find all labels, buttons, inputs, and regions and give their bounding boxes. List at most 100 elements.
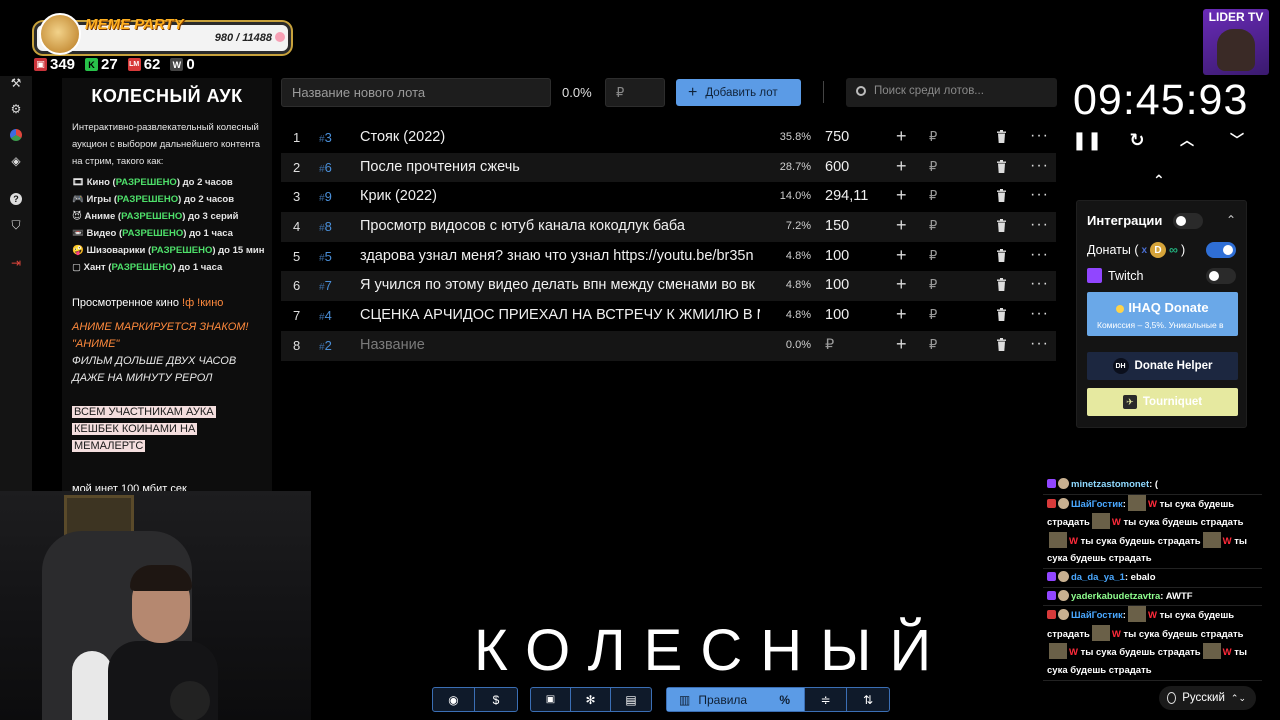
bug-icon[interactable]: ✻	[571, 688, 611, 711]
window-icon[interactable]: ▣	[531, 688, 571, 711]
list-item-label: Хант	[83, 262, 106, 273]
tourniquet-button[interactable]: ✈ Tourniquet	[1087, 388, 1238, 416]
plus-icon[interactable]: +	[896, 185, 907, 206]
lot-amount-input[interactable]: 750	[825, 129, 849, 145]
w-icon: W	[1069, 647, 1078, 659]
list-item: ▢ Хант (РАЗРЕШЕНО) до 1 часа	[72, 262, 223, 273]
table-row: 3 #9 Крик (2022) 14.0% 294,11 + ₽ ···	[281, 182, 1056, 212]
lot-name-input[interactable]: СЦЕНКА АРЧИДОС ПРИЕХАЛ НА ВСТРЕЧУ К ЖМИЛ…	[360, 307, 760, 323]
help-icon[interactable]: ?	[9, 192, 23, 206]
dollar-icon[interactable]: $	[475, 688, 517, 711]
lot-name-input[interactable]: Я учился по этому видео делать впн между…	[360, 277, 760, 293]
lot-name-input[interactable]: Название	[360, 337, 760, 353]
chevron-up-icon[interactable]: ⌃	[1226, 213, 1236, 227]
emote-icon	[1091, 624, 1110, 641]
w-icon: W	[1222, 647, 1232, 659]
new-lot-input[interactable]: Название нового лота	[281, 78, 551, 107]
lot-amount-input[interactable]: ₽	[825, 337, 834, 353]
logout-icon[interactable]: ⇥	[9, 256, 23, 270]
ruble-icon[interactable]: ₽	[929, 337, 937, 353]
lot-name-input[interactable]: После прочтения сжечь	[360, 159, 760, 175]
lot-amount-input[interactable]: 100	[825, 277, 849, 293]
trash-icon[interactable]	[996, 219, 1007, 233]
trash-icon[interactable]	[996, 308, 1007, 322]
chat-message: minetzastomonet: (	[1043, 476, 1262, 495]
trash-icon[interactable]	[996, 337, 1007, 351]
more-icon[interactable]: ···	[1030, 157, 1049, 175]
shield-icon[interactable]: ⛉	[9, 218, 23, 232]
more-icon[interactable]: ···	[1030, 275, 1049, 293]
add-lot-button[interactable]: + Добавить лот	[676, 79, 801, 106]
lot-name-input[interactable]: Стояк (2022)	[360, 129, 760, 145]
chevron-down-icon[interactable]: ﹀	[1225, 128, 1249, 152]
more-icon[interactable]: ···	[1030, 305, 1049, 323]
meme-party-title: MEME PARTY	[85, 16, 184, 33]
lot-amount-input[interactable]: 100	[825, 307, 849, 323]
ruble-icon[interactable]: ₽	[929, 307, 937, 323]
chevron-up-icon[interactable]: ︿	[1175, 128, 1199, 152]
allowed-content-list: 🎞 Кино (РАЗРЕШЕНО) до 2 часов 🎮 Игры (РА…	[72, 174, 268, 276]
trash-icon[interactable]	[996, 248, 1007, 262]
watched-label: Просмотренное кино	[72, 297, 179, 309]
language-select[interactable]: Русский ⌃⌄	[1159, 686, 1256, 710]
trash-icon[interactable]	[996, 278, 1007, 292]
trash-icon[interactable]	[996, 130, 1007, 143]
rules-button[interactable]: ▥ Правила%	[667, 688, 805, 711]
ruble-icon[interactable]: ₽	[929, 248, 937, 264]
ruble-icon[interactable]: ₽	[929, 159, 937, 175]
lot-amount-input[interactable]: 600	[825, 159, 849, 175]
more-icon[interactable]: ···	[1030, 127, 1049, 145]
ruble-icon[interactable]: ₽	[929, 188, 937, 204]
lot-search-input[interactable]: Поиск среди лотов...	[846, 78, 1057, 107]
trash-icon[interactable]	[996, 189, 1007, 203]
lot-name-input[interactable]: здарова узнал меня? знаю что узнал https…	[360, 248, 760, 264]
more-icon[interactable]: ···	[1030, 335, 1049, 353]
lot-amount-input[interactable]: 150	[825, 218, 849, 234]
ruble-icon[interactable]: ₽	[929, 277, 937, 293]
list-item-label: Кино	[86, 177, 110, 188]
sort-icon[interactable]: ⇅	[847, 688, 889, 711]
restart-icon[interactable]: ↻	[1125, 128, 1149, 152]
platform-badge-icon	[1047, 610, 1056, 620]
pause-icon[interactable]: ❚❚	[1072, 128, 1102, 152]
lot-amount-input[interactable]: 294,11	[825, 188, 868, 204]
ihaq-donate-button[interactable]: IHAQ Donate Комиссия – 3,5%. Уникальные …	[1087, 292, 1238, 336]
plus-icon[interactable]: +	[896, 245, 907, 266]
layers-icon[interactable]: ◈	[9, 154, 23, 168]
ruble-icon[interactable]: ₽	[929, 129, 937, 145]
wheel-icon[interactable]	[9, 128, 23, 142]
donate-helper-button[interactable]: DH Donate Helper	[1087, 352, 1238, 380]
table-row: 6 #7 Я учился по этому видео делать впн ме…	[281, 271, 1056, 302]
trash-list-icon[interactable]: ▤	[611, 688, 651, 711]
percent-icon[interactable]: %	[779, 693, 790, 707]
plus-icon[interactable]: +	[896, 304, 907, 325]
gear-icon[interactable]: ⚙	[9, 102, 23, 116]
stat-kick: K 27	[85, 56, 118, 73]
donations-toggle[interactable]	[1206, 242, 1236, 258]
table-row: 8 #2 Название 0.0% ₽ + ₽ ···	[281, 330, 1056, 361]
more-icon[interactable]: ···	[1030, 186, 1049, 204]
trash-icon[interactable]	[996, 159, 1007, 173]
plus-icon[interactable]: +	[896, 126, 907, 147]
more-icon[interactable]: ···	[1030, 246, 1049, 264]
lot-id: #7	[319, 278, 332, 294]
ruble-icon[interactable]: ₽	[929, 218, 937, 234]
table-row: 2 #6 После прочтения сжечь 28.7% 600 + ₽ ···	[281, 152, 1056, 183]
lot-name-input[interactable]: Крик (2022)	[360, 188, 760, 204]
plus-icon[interactable]: +	[896, 156, 907, 177]
plus-icon[interactable]: +	[896, 334, 907, 355]
lot-name-input[interactable]: Просмотр видосов с ютуб канала кокодлук …	[360, 218, 760, 234]
github-icon[interactable]: ◉	[433, 688, 475, 711]
search-icon	[856, 86, 866, 96]
plus-icon[interactable]: +	[896, 215, 907, 236]
collapse-icon[interactable]: ⌃	[1153, 172, 1165, 189]
twitch-toggle[interactable]	[1206, 268, 1236, 284]
cashback-line: МЕМАЛЕРТС	[72, 440, 146, 452]
plus-icon[interactable]: +	[896, 274, 907, 295]
lot-amount-input[interactable]: 100	[825, 248, 849, 264]
split-icon[interactable]: ≑	[805, 688, 847, 711]
new-lot-amount-input[interactable]: ₽	[605, 78, 665, 107]
integrations-toggle[interactable]	[1173, 213, 1203, 229]
more-icon[interactable]: ···	[1030, 216, 1049, 234]
hammer-icon[interactable]: ⚒	[9, 76, 23, 90]
